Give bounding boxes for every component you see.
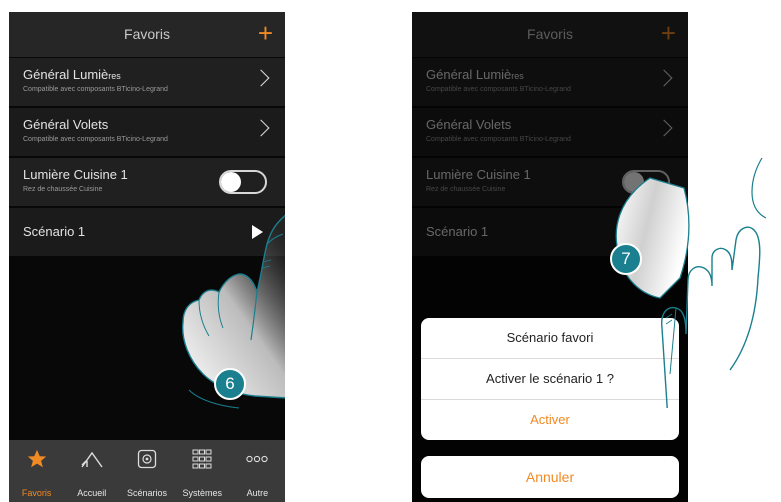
step-badge: 6 [214, 368, 246, 400]
bottom-tab-bar: Favoris Accueil Scénarios Systèmes Autre [9, 440, 285, 502]
row-subtitle: Compatible avec composants BTicino-Legra… [23, 136, 168, 143]
phone-screen-favorites: Favoris + Général Lumières Compatible av… [9, 12, 285, 502]
favorite-row-general-shutters[interactable]: Général Volets Compatible avec composant… [9, 108, 285, 156]
row-title: Général Volets [23, 117, 109, 132]
favorite-row-scenario-1: Scénario 1 [9, 208, 285, 256]
row-subtitle: Rez de chaussée Cuisine [23, 186, 103, 193]
tab-favoris[interactable]: Favoris [9, 440, 64, 502]
grid-icon [175, 448, 230, 470]
tab-label: Favoris [21, 488, 52, 498]
tab-systemes[interactable]: Systèmes [175, 440, 230, 502]
scenario-icon [119, 448, 174, 470]
light-toggle[interactable] [219, 170, 267, 194]
tab-label: Systèmes [182, 488, 222, 498]
dots-icon [230, 448, 285, 470]
tab-label: Scénarios [126, 488, 168, 498]
star-icon [9, 448, 64, 470]
tab-scenarios[interactable]: Scénarios [119, 440, 174, 502]
dialog-title: Scénario favori [421, 318, 679, 359]
chevron-right-icon [252, 69, 270, 87]
row-title: Général Lumières [23, 67, 121, 82]
tab-label: Autre [246, 488, 269, 498]
add-icon[interactable]: + [258, 18, 273, 48]
tab-accueil[interactable]: Accueil [64, 440, 119, 502]
tab-label: Accueil [77, 488, 107, 498]
cancel-button[interactable]: Annuler [421, 456, 679, 498]
play-icon[interactable] [252, 225, 263, 239]
confirm-dialog: Scénario favori Activer le scénario 1 ? … [421, 318, 679, 440]
header-title: Favoris [124, 26, 170, 42]
step-badge: 7 [610, 243, 642, 275]
row-subtitle: Compatible avec composants BTicino-Legra… [23, 86, 168, 93]
app-header: Favoris + [9, 12, 285, 57]
dialog-message: Activer le scénario 1 ? [421, 359, 679, 400]
tab-autre[interactable]: Autre [230, 440, 285, 502]
row-title: Scénario 1 [23, 224, 86, 239]
favorite-row-kitchen-light: Lumière Cuisine 1 Rez de chaussée Cuisin… [9, 158, 285, 206]
cancel-sheet: Annuler [421, 456, 679, 498]
favorite-row-general-lights[interactable]: Général Lumières Compatible avec composa… [9, 58, 285, 106]
chevron-right-icon [252, 119, 270, 137]
activate-button[interactable]: Activer [421, 400, 679, 440]
row-title: Lumière Cuisine 1 [23, 167, 128, 182]
house-icon [64, 448, 119, 470]
phone-screen-favorites-dialog: Favoris + Général Lumières Compatible av… [412, 12, 688, 502]
toggle-knob [221, 172, 241, 192]
